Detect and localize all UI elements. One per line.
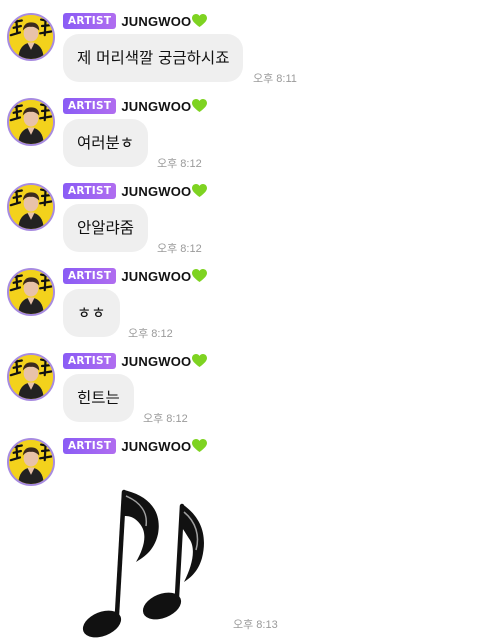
avatar-image <box>9 355 53 399</box>
sender-name[interactable]: JUNGWOO <box>121 354 191 369</box>
artist-avatar[interactable] <box>7 268 55 316</box>
avatar-image <box>9 185 53 229</box>
message-timestamp: 오후 8:12 <box>143 413 188 425</box>
artist-badge: ARTIST <box>63 353 117 369</box>
green-heart-icon <box>192 184 208 197</box>
chat-bubble[interactable]: 안알랴줌 <box>63 204 149 252</box>
chat-bubble[interactable]: ㅎㅎ <box>63 289 120 337</box>
artist-badge: ARTIST <box>63 98 117 114</box>
message-timestamp: 오후 8:12 <box>157 243 202 255</box>
green-heart-icon <box>192 99 208 112</box>
sender-name[interactable]: JUNGWOO <box>121 14 191 29</box>
artist-badge: ARTIST <box>63 183 117 199</box>
artist-badge: ARTIST <box>63 268 117 284</box>
message-timestamp: 오후 8:13 <box>233 619 278 631</box>
green-heart-icon <box>192 439 208 452</box>
artist-avatar[interactable] <box>7 98 55 146</box>
artist-badge: ARTIST <box>63 438 117 454</box>
message-timestamp: 오후 8:11 <box>253 73 297 85</box>
artist-avatar[interactable] <box>7 13 55 61</box>
sender-name[interactable]: JUNGWOO <box>121 99 191 114</box>
chat-bubble[interactable]: 제 머리색깔 궁금하시죠 <box>63 34 244 82</box>
message-header: ARTIST JUNGWOO <box>63 183 208 199</box>
artist-avatar[interactable] <box>7 183 55 231</box>
sender-name[interactable]: JUNGWOO <box>121 184 191 199</box>
artist-avatar[interactable] <box>7 353 55 401</box>
green-heart-icon <box>192 269 208 282</box>
green-heart-icon <box>192 354 208 367</box>
avatar-image <box>9 440 53 484</box>
message-header: ARTIST JUNGWOO <box>63 438 208 454</box>
avatar-image <box>9 100 53 144</box>
sender-name[interactable]: JUNGWOO <box>121 269 191 284</box>
avatar-image <box>9 270 53 314</box>
message-header: ARTIST JUNGWOO <box>63 98 208 114</box>
message-header: ARTIST JUNGWOO <box>63 268 208 284</box>
avatar-image <box>9 15 53 59</box>
message-timestamp: 오후 8:12 <box>157 158 202 170</box>
artist-avatar[interactable] <box>7 438 55 486</box>
green-heart-icon <box>192 14 208 27</box>
artist-badge: ARTIST <box>63 13 117 29</box>
message-header: ARTIST JUNGWOO <box>63 353 208 369</box>
chat-bubble[interactable]: 힌트는 <box>63 374 134 422</box>
sender-name[interactable]: JUNGWOO <box>121 439 191 454</box>
music-note-sticker[interactable] <box>80 482 210 642</box>
message-header: ARTIST JUNGWOO <box>63 13 208 29</box>
message-timestamp: 오후 8:12 <box>128 328 173 340</box>
chat-bubble[interactable]: 여러분ㅎ <box>63 119 149 167</box>
